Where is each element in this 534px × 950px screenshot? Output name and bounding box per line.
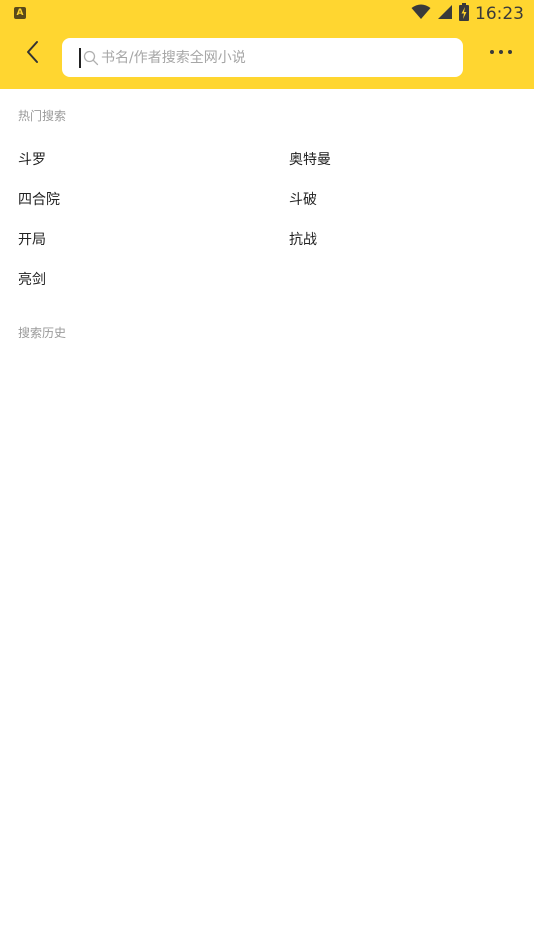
battery-charging-icon xyxy=(459,3,469,25)
search-screen: A 16:23 书名/作者搜索全网小说 热门搜索 斗罗 奥特曼 四合院 斗破 开… xyxy=(0,0,534,950)
hot-search-title: 热门搜索 xyxy=(18,109,67,123)
hot-search-item[interactable]: 抗战 xyxy=(289,226,317,254)
hot-search-item[interactable]: 开局 xyxy=(18,226,46,254)
back-button[interactable] xyxy=(14,36,50,72)
search-input[interactable] xyxy=(101,46,431,69)
more-horizontal-icon xyxy=(508,50,512,54)
search-icon xyxy=(83,50,99,66)
status-time: 16:23 xyxy=(475,4,524,24)
search-box[interactable] xyxy=(62,38,463,77)
more-horizontal-icon xyxy=(490,50,494,54)
text-caret xyxy=(79,47,81,68)
status-bar-right: 16:23 xyxy=(411,3,524,25)
cell-signal-icon xyxy=(437,4,453,24)
status-bar: A 16:23 xyxy=(0,0,534,28)
search-history-title: 搜索历史 xyxy=(18,326,67,340)
hot-search-item[interactable]: 四合院 xyxy=(18,186,60,214)
hot-search-item[interactable]: 亮剑 xyxy=(18,266,46,294)
hot-search-item[interactable]: 斗罗 xyxy=(18,146,46,174)
toolbar xyxy=(0,28,534,89)
a-letter-icon: A xyxy=(14,7,26,19)
hot-search-item[interactable]: 奥特曼 xyxy=(289,146,331,174)
hot-search-item[interactable]: 斗破 xyxy=(289,186,317,214)
more-button[interactable] xyxy=(480,36,522,68)
app-header: A 16:23 书名/作者搜索全网小说 xyxy=(0,0,534,89)
wifi-icon xyxy=(411,4,431,24)
chevron-left-icon xyxy=(25,40,39,68)
more-horizontal-icon xyxy=(499,50,503,54)
